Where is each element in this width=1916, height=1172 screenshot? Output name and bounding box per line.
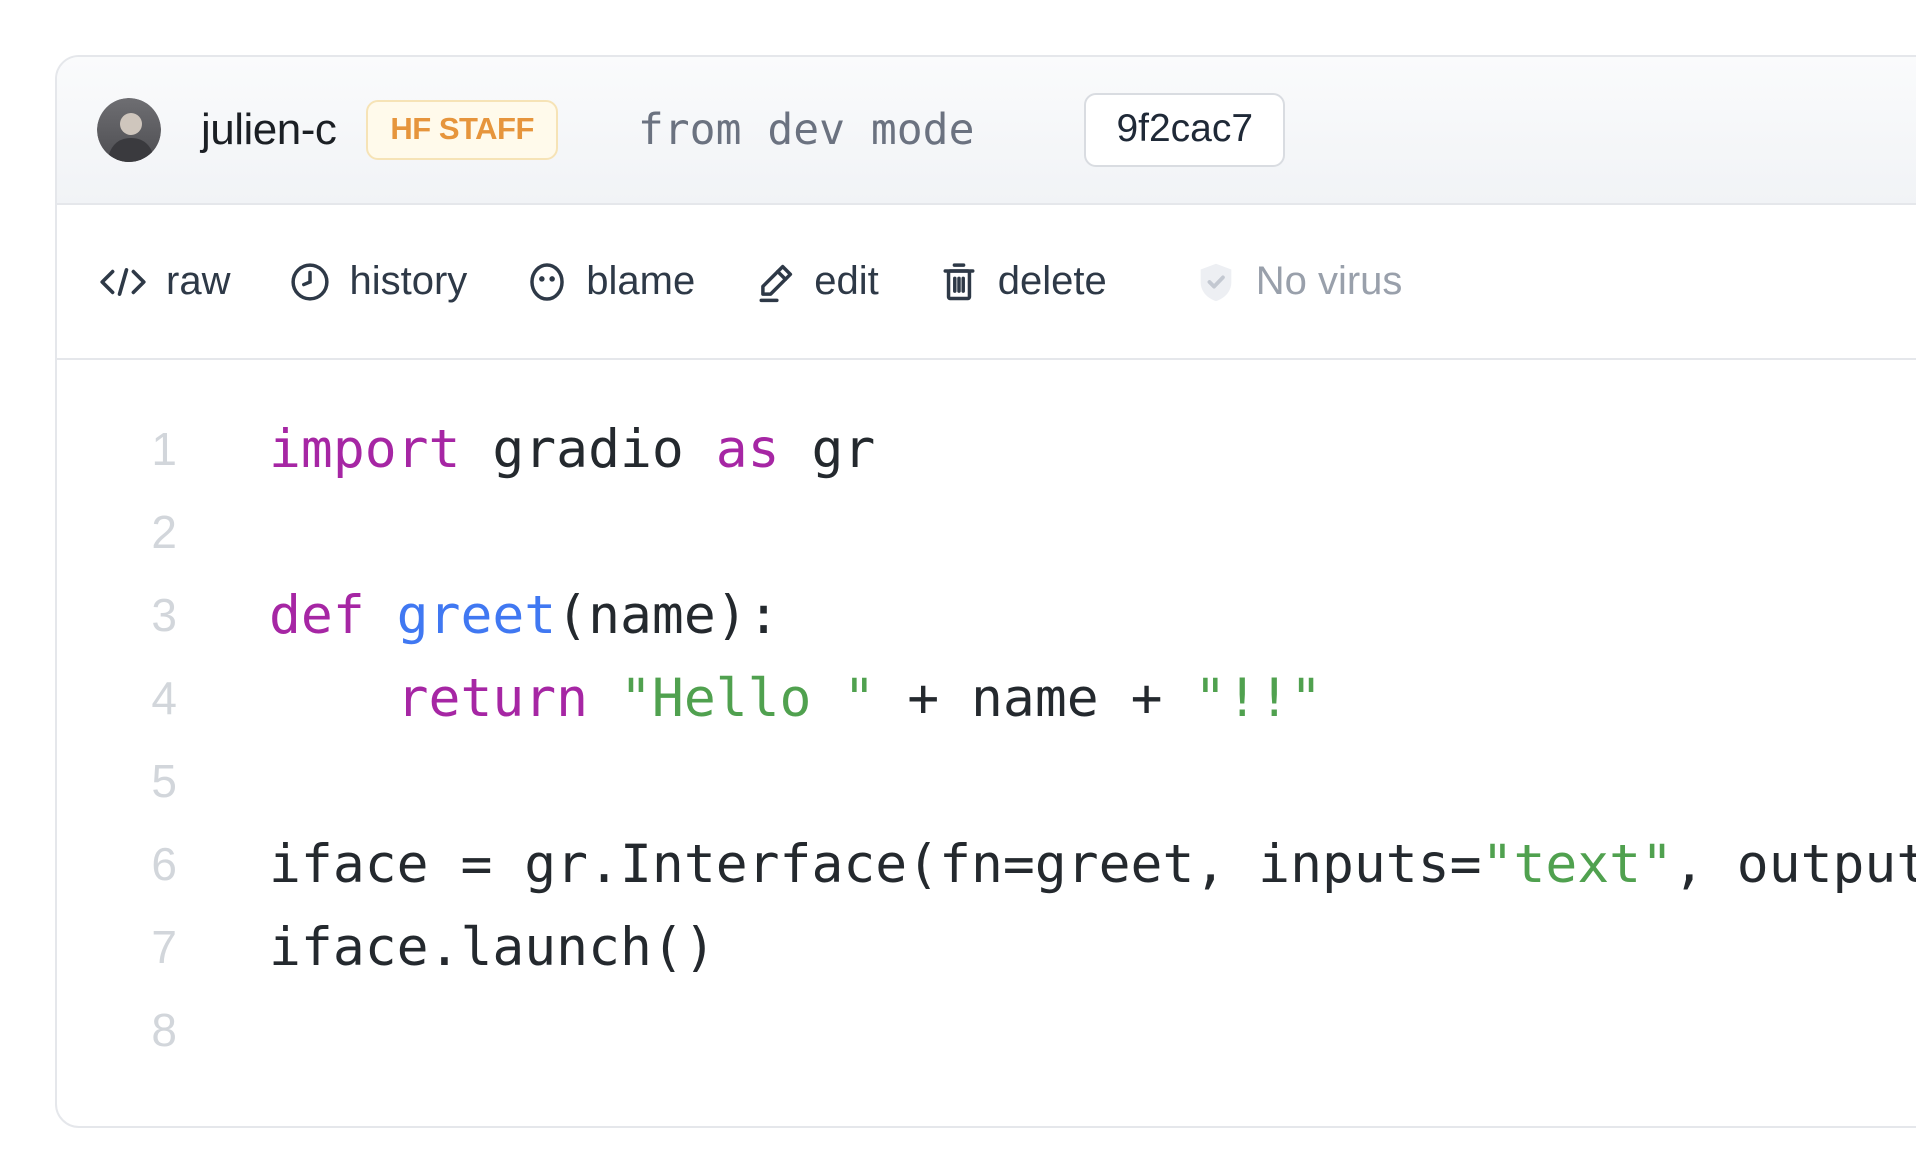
code-line: 6 iface = gr.Interface(fn=greet, inputs="… — [57, 823, 1916, 906]
code-token: iface.launch() — [269, 917, 716, 978]
line-number: 6 — [57, 823, 177, 906]
commit-header: julien-c HF STAFF from dev mode 9f2cac7 — [57, 57, 1916, 205]
commit-message: from dev mode — [638, 105, 975, 155]
file-toolbar: raw history blame edit — [57, 205, 1916, 360]
avatar-photo — [97, 98, 161, 162]
code-token: return — [397, 668, 588, 729]
code-line: 7 iface.launch() — [57, 906, 1916, 989]
line-number: 4 — [57, 657, 177, 740]
blame-button[interactable]: blame — [525, 259, 695, 304]
edit-label: edit — [814, 259, 879, 304]
code-line: 3 def greet(name): — [57, 574, 1916, 657]
line-number: 7 — [57, 906, 177, 989]
raw-label: raw — [166, 259, 230, 304]
code-token — [365, 585, 397, 646]
shield-check-icon — [1193, 259, 1239, 305]
code-token: import — [269, 419, 460, 480]
line-number: 2 — [57, 491, 177, 574]
code-line: 4 return "Hello " + name + "!!" — [57, 657, 1916, 740]
code-viewer: 1import gradio as gr23def greet(name):4 … — [57, 360, 1916, 1126]
delete-button[interactable]: delete — [937, 259, 1107, 304]
code-line-content: import gradio as gr — [269, 408, 875, 491]
code-token: (name): — [556, 585, 779, 646]
code-token: + name + — [875, 668, 1194, 729]
code-token: greet — [397, 585, 557, 646]
code-token: def — [269, 585, 365, 646]
file-viewer-card: julien-c HF STAFF from dev mode 9f2cac7 … — [55, 55, 1916, 1128]
avatar[interactable] — [97, 98, 161, 162]
commit-hash-button[interactable]: 9f2cac7 — [1084, 93, 1285, 167]
code-line: 8 — [57, 989, 1916, 1072]
blame-face-icon — [525, 260, 569, 304]
code-token: gr — [780, 419, 876, 480]
history-button[interactable]: history — [288, 259, 467, 304]
trash-icon — [937, 260, 981, 304]
virus-status-label: No virus — [1256, 259, 1403, 304]
code-icon — [97, 260, 149, 304]
clock-icon — [288, 260, 332, 304]
code-token: gradio — [460, 419, 715, 480]
pencil-icon — [753, 260, 797, 304]
hf-staff-badge: HF STAFF — [366, 100, 558, 160]
code-line: 2 — [57, 491, 1916, 574]
raw-button[interactable]: raw — [97, 259, 230, 304]
code-token: as — [716, 419, 780, 480]
code-line-content: iface.launch() — [269, 906, 716, 989]
line-number: 5 — [57, 740, 177, 823]
code-line: 5 — [57, 740, 1916, 823]
code-line-content: return "Hello " + name + "!!" — [269, 657, 1322, 740]
code-token: "Hello " — [620, 668, 875, 729]
code-token — [269, 668, 397, 729]
username-link[interactable]: julien-c — [201, 105, 336, 155]
code-token: "!!" — [1194, 668, 1322, 729]
history-label: history — [349, 259, 467, 304]
edit-button[interactable]: edit — [753, 259, 879, 304]
code-token: "text" — [1482, 834, 1673, 895]
code-token — [588, 668, 620, 729]
delete-label: delete — [998, 259, 1107, 304]
code-token: , outputs= — [1673, 834, 1916, 895]
blame-label: blame — [586, 259, 695, 304]
code-line-content: iface = gr.Interface(fn=greet, inputs="t… — [269, 823, 1916, 906]
line-number: 1 — [57, 408, 177, 491]
code-line: 1 import gradio as gr — [57, 408, 1916, 491]
line-number: 8 — [57, 989, 177, 1072]
virus-scan-status: No virus — [1193, 259, 1403, 305]
line-number: 3 — [57, 574, 177, 657]
code-line-content: def greet(name): — [269, 574, 780, 657]
code-token: iface = gr.Interface(fn=greet, inputs= — [269, 834, 1482, 895]
